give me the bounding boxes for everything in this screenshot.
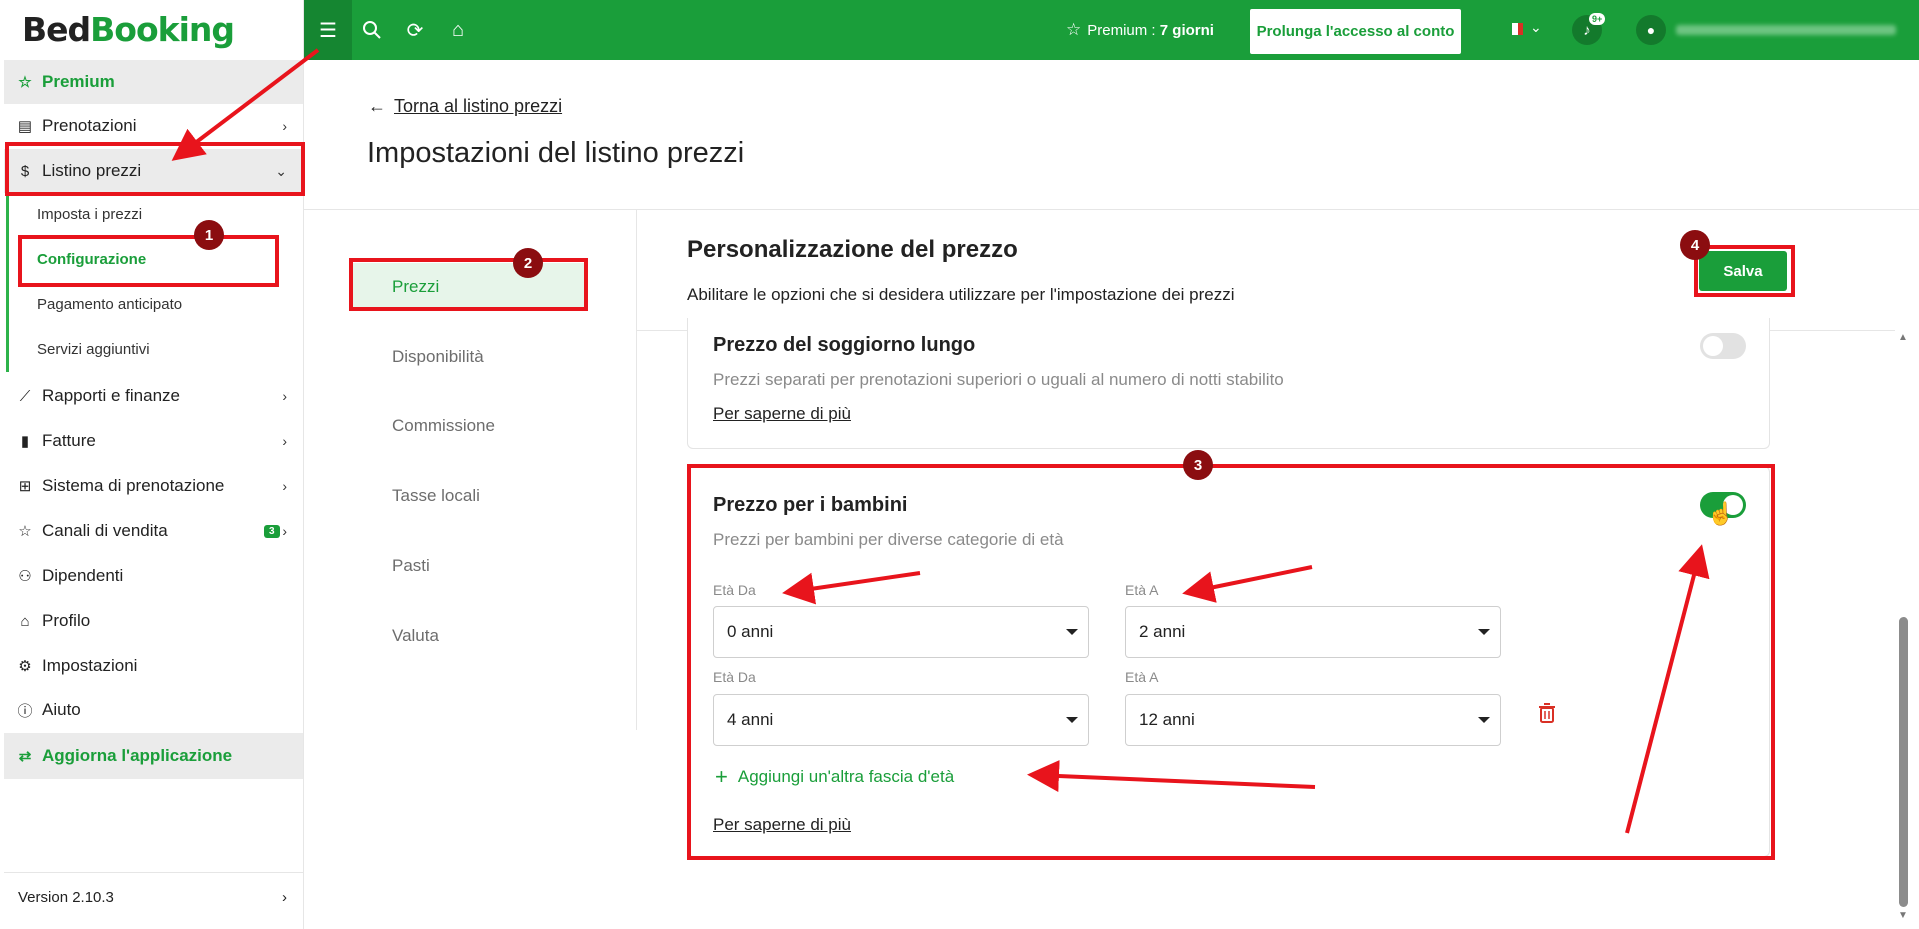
learn-more-link[interactable]: Per saperne di più [713,404,851,424]
version-info[interactable]: Version 2.10.3 › [4,872,303,922]
logo[interactable]: BedBooking [22,10,235,49]
extend-access-button[interactable]: Prolunga l'accesso al conto [1250,9,1461,54]
annotation-box [349,258,588,311]
sidebar-item-canali-vendita[interactable]: ☆ Canali di vendita 3 › [4,509,303,553]
step-badge: 4 [1680,230,1710,260]
card-title: Prezzo del soggiorno lungo [713,334,976,356]
refresh-icon: ⟳ [406,19,424,42]
refresh-button[interactable]: ⟳ [397,12,433,48]
sidebar-subitem-pagamento-anticipato[interactable]: Pagamento anticipato [37,296,182,313]
sidebar-item-label: Fatture [42,431,96,450]
premium-status: ☆ Premium : 7 giorni [1066,20,1214,39]
sidebar-item-label: Canali di vendita [42,521,168,540]
language-flag-icon[interactable] [1507,23,1523,35]
sidebar-subitem-imposta-prezzi[interactable]: Imposta i prezzi [37,206,142,223]
tab-tasse-locali[interactable]: Tasse locali [352,472,587,520]
sidebar-item-label: Impostazioni [42,656,138,675]
step-badge: 1 [194,220,224,250]
version-label: Version 2.10.3 [18,889,114,906]
sidebar-item-label: Dipendenti [42,566,124,585]
star-icon: ☆ [18,523,32,540]
sidebar-item-dipendenti[interactable]: ⚇ Dipendenti [4,554,303,598]
sidebar-item-rapporti[interactable]: ⟋ Rapporti e finanze › [4,374,303,418]
section-title: Personalizzazione del prezzo [687,236,1018,263]
search-button[interactable] [354,12,390,48]
sidebar-item-label: Profilo [42,611,91,630]
card-description: Prezzi separati per prenotazioni superio… [713,370,1284,389]
tab-valuta[interactable]: Valuta [352,612,587,660]
bell-icon: ♪ [1583,21,1591,39]
channels-badge: 3 [264,524,280,538]
sidebar: BedBooking ☆ Premium ▤ Prenotazioni › $ … [0,0,304,929]
annotation-box [1694,245,1795,297]
chevron-right-icon: › [282,889,287,906]
top-bar: ☰ ⟳ ⌂ ☆ Premium : 7 giorni Prolunga l'acc… [304,0,1919,60]
chevron-right-icon: › [282,118,287,134]
annotation-box [18,235,279,287]
long-stay-card: Prezzo del soggiorno lungo Prezzi separa… [687,318,1770,449]
divider [304,209,1919,210]
star-icon: ☆ [18,74,32,91]
chevron-down-icon[interactable]: ⌄ [1530,19,1542,36]
grid-icon: ⊞ [18,478,32,495]
divider [636,210,637,730]
tab-disponibilita[interactable]: Disponibilità [352,333,587,381]
menu-button[interactable]: ☰ [304,0,352,60]
calendar-icon: ▤ [17,118,33,135]
arrow-left-icon: ← [368,96,386,116]
step-badge: 3 [1183,450,1213,480]
invoice-icon: ▮ [20,433,30,450]
chevron-right-icon: › [282,433,287,449]
sidebar-item-label: Premium [42,72,115,91]
long-stay-toggle[interactable] [1700,333,1746,359]
user-icon: ● [1646,22,1656,38]
sidebar-item-aiuto[interactable]: ⓘ Aiuto [4,688,303,732]
sidebar-item-profilo[interactable]: ⌂ Profilo [4,599,303,643]
search-icon [363,21,381,39]
avatar[interactable]: ● [1636,15,1666,45]
chevron-right-icon: › [282,523,287,539]
chart-icon: ⟋ [19,387,31,405]
sidebar-item-label: Aiuto [42,700,81,719]
chevron-right-icon: › [282,388,287,404]
sidebar-item-impostazioni[interactable]: ⚙ Impostazioni [4,644,303,688]
scroll-up-icon[interactable]: ▲ [1898,332,1908,343]
star-icon: ☆ [1066,20,1082,39]
home-button[interactable]: ⌂ [440,12,476,48]
hamburger-icon: ☰ [319,19,337,42]
notifications-badge: 9+ [1589,13,1606,25]
sidebar-item-update-app[interactable]: ⇄ Aggiorna l'applicazione [4,733,303,779]
chevron-right-icon: › [282,478,287,494]
info-icon: ⓘ [17,702,33,720]
sidebar-item-label: Prenotazioni [42,116,137,135]
submenu-indicator [6,196,9,372]
sidebar-item-label: Aggiorna l'applicazione [42,746,233,765]
building-icon: ⌂ [20,612,30,630]
scroll-thumb[interactable] [1899,617,1908,907]
sidebar-item-premium[interactable]: ☆ Premium [4,60,303,104]
home-icon: ⌂ [451,18,465,41]
add-user-icon: ⚇ [18,568,32,585]
page-title: Impostazioni del listino prezzi [367,137,745,169]
sidebar-item-fatture[interactable]: ▮ Fatture › [4,419,303,463]
scroll-down-icon[interactable]: ▼ [1898,910,1908,921]
scrollbar[interactable]: ▲ ▼ [1895,330,1911,925]
gear-icon: ⚙ [18,658,32,675]
sidebar-item-label: Sistema di prenotazione [42,476,225,495]
sidebar-item-sistema-prenotazione[interactable]: ⊞ Sistema di prenotazione › [4,464,303,508]
app-window: BedBooking ☆ Premium ▤ Prenotazioni › $ … [0,0,1919,929]
toggle-knob [1703,336,1723,356]
step-badge: 2 [513,248,543,278]
annotation-box [5,142,305,196]
user-email-redacted[interactable] [1676,25,1896,35]
section-subtitle: Abilitare le opzioni che si desidera uti… [687,285,1235,304]
tab-pasti[interactable]: Pasti [352,542,587,590]
refresh-icon: ⇄ [18,748,32,765]
annotation-box [687,464,1775,860]
sidebar-subitem-servizi-aggiuntivi[interactable]: Servizi aggiuntivi [37,341,150,358]
tab-commissione[interactable]: Commissione [352,402,587,450]
sidebar-item-label: Rapporti e finanze [42,386,180,405]
back-link[interactable]: ← Torna al listino prezzi [368,96,562,117]
